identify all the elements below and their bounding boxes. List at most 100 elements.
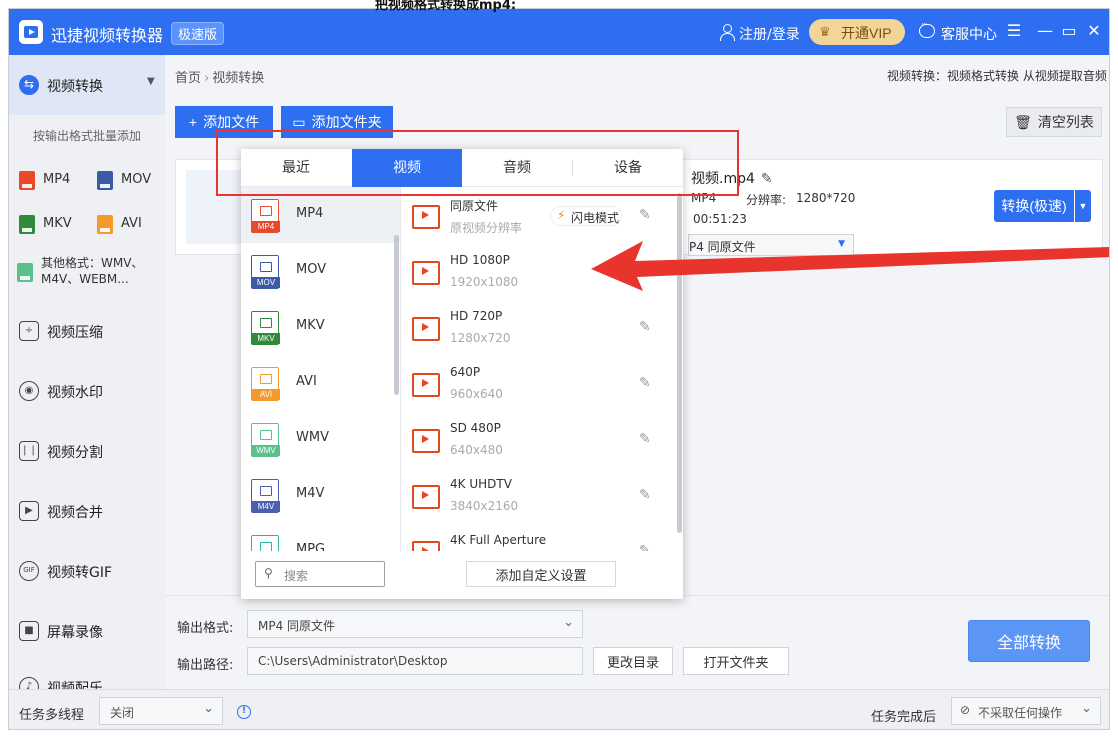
menu-icon[interactable]: ☰ [1004,21,1024,41]
output-format-select[interactable]: MP4 同原文件 ⌄ [247,610,583,638]
preset-item[interactable]: 4K Full Aperture ✎ [402,523,683,551]
app-logo-icon [19,20,43,44]
sidebar-item-split[interactable]: ❘❘ 视频分割 [9,431,165,471]
sidebar-item-watermark[interactable]: ◉ 视频水印 [9,371,165,411]
sidebar-item-video-convert[interactable]: ⇆ 视频转换 ▼ [9,55,165,115]
format-name: M4V [296,486,325,501]
sidebar-item-merge[interactable]: ▶ 视频合并 [9,491,165,531]
folder-icon: ▭ [292,114,306,130]
avi-file-icon: AVI [251,367,280,401]
preset-item[interactable]: 同原文件 原视频分辨率 ⚡ 闪电模式 ✎ [402,187,683,243]
format-item-mpg[interactable]: MPG MPG [241,523,400,551]
preset-name: SD 480P [450,421,501,435]
batch-hint: 按输出格式批量添加 [32,129,141,143]
sidebar-item-label: 视频分割 [47,445,103,461]
mkv-file-icon [19,215,35,234]
convert-all-button[interactable]: 全部转换 [968,620,1090,662]
preset-list-scrollbar[interactable] [677,193,682,533]
convert-icon: ⇆ [19,75,39,95]
edit-icon[interactable]: ✎ [639,375,651,391]
quick-format-other[interactable]: 其他格式：WMV、M4V、WEBM... [17,255,157,295]
file-icon-tag: M4V [252,501,280,512]
preset-resolution: 3840x2160 [450,499,519,513]
pencil-icon[interactable]: ✎ [761,171,773,187]
video-file-icon [412,485,440,509]
service-center-link[interactable]: 客服中心 [941,24,997,44]
mp4-file-icon: MP4 [251,199,280,233]
edit-icon[interactable]: ✎ [639,207,651,223]
format-name: MPG [296,542,326,551]
tab-video[interactable]: 视频 [352,149,462,187]
edit-icon[interactable]: ✎ [639,543,651,551]
caret-down-icon: ▼ [838,239,845,249]
clear-list-button[interactable]: 🗑 清空列表 [1006,107,1102,137]
sidebar-item-compress[interactable]: ÷ 视频压缩 [9,311,165,351]
mpg-file-icon: MPG [251,535,279,551]
minimize-icon[interactable]: — [1035,21,1055,41]
file-output-select[interactable]: P4 同原文件 ▼ [688,234,854,256]
add-folder-button[interactable]: ▭ 添加文件夹 [281,106,393,138]
breadcrumb: 首页 › 视频转换 [175,67,264,86]
edit-icon[interactable]: ✎ [639,431,651,447]
add-file-label: 添加文件 [203,114,260,130]
sidebar-item-gif[interactable]: GIF 视频转GIF [9,551,165,591]
app-window: 迅捷视频转换器 极速版 注册/登录 ♛ 开通VIP 客服中心 ☰ — ▭ ✕ ⇆… [8,8,1110,730]
preset-item[interactable]: HD 1080P 1920x1080 ✎ [402,243,683,299]
sidebar-item-label: 视频合并 [47,505,103,521]
close-icon[interactable]: ✕ [1084,21,1104,41]
preset-name: 同原文件 [450,199,499,213]
tab-audio[interactable]: 音频 [462,149,572,187]
preset-item[interactable]: 4K UHDTV 3840x2160 ✎ [402,467,683,523]
edit-icon[interactable]: ✎ [639,319,651,335]
format-item-m4v[interactable]: M4V M4V [241,467,400,523]
preset-item[interactable]: SD 480P 640x480 ✎ [402,411,683,467]
format-name: MOV [296,262,327,277]
page-hint: 视频转换：视频格式转换 从视频提取音频 [887,69,1107,83]
format-item-wmv[interactable]: WMV WMV [241,411,400,467]
convert-button[interactable]: 转换(极速) [994,190,1074,222]
file-icon-tag: AVI [252,389,280,400]
sidebar-item-record[interactable]: ■ 屏幕录像 [9,611,165,651]
add-custom-setting-button[interactable]: 添加自定义设置 [466,561,616,587]
file-icon-tag: WMV [252,445,280,456]
mov-file-icon [97,171,113,190]
edit-icon[interactable]: ✎ [639,487,651,503]
format-item-mp4[interactable]: MP4 MP4 [241,187,400,243]
add-file-button[interactable]: + 添加文件 [175,106,273,138]
preset-item[interactable]: 640P 960x640 ✎ [402,355,683,411]
edit-icon[interactable]: ✎ [639,263,651,279]
preset-name: 4K UHDTV [450,477,512,491]
compress-icon: ÷ [19,321,39,341]
output-path-label: 输出路径: [177,658,234,673]
sidebar-item-dub[interactable]: ♪ 视频配乐 [9,667,165,689]
after-task-select[interactable]: ⊘ 不采取任何操作 ⌄ [951,697,1101,725]
format-item-avi[interactable]: AVI AVI [241,355,400,411]
change-dir-button[interactable]: 更改目录 [593,647,673,675]
vip-button[interactable]: ♛ 开通VIP [809,19,905,45]
tab-device[interactable]: 设备 [573,149,683,187]
breadcrumb-home[interactable]: 首页 [175,71,201,86]
breadcrumb-current: 视频转换 [212,71,265,86]
format-search-input[interactable]: ⚲ 搜索 [255,561,385,587]
sidebar-item-label: 屏幕录像 [47,625,103,641]
format-name: WMV [296,430,329,445]
info-icon[interactable]: ! [237,705,251,719]
preset-name: HD 1080P [450,253,510,267]
output-format-label: 输出格式: [177,621,234,636]
output-path-input[interactable]: C:\Users\Administrator\Desktop [247,647,583,675]
preset-resolution: 1920x1080 [450,275,519,289]
format-item-mov[interactable]: MOV MOV [241,243,400,299]
format-list-scrollbar[interactable] [394,235,399,395]
tab-recent[interactable]: 最近 [241,149,351,187]
format-item-mkv[interactable]: MKV MKV [241,299,400,355]
maximize-icon[interactable]: ▭ [1059,21,1079,41]
video-file-icon [412,373,440,397]
sidebar-item-label: 视频水印 [47,385,103,401]
preset-item[interactable]: HD 720P 1280x720 ✎ [402,299,683,355]
login-link[interactable]: 注册/登录 [739,24,800,44]
chevron-down-icon: ⌄ [563,615,574,630]
open-folder-button[interactable]: 打开文件夹 [683,647,789,675]
multithread-select[interactable]: 关闭 ⌄ [99,697,223,725]
convert-dropdown-button[interactable]: ▼ [1075,190,1091,222]
gif-icon: GIF [19,561,39,581]
